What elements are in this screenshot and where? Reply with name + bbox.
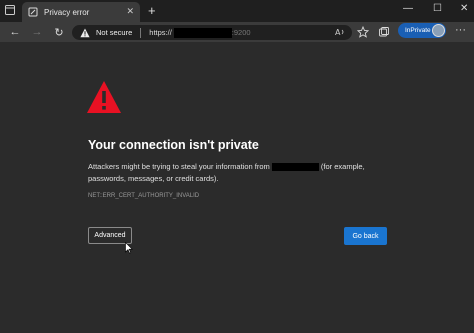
inprivate-label: InPrivate (405, 27, 431, 34)
description-text-start: Attackers might be trying to steal your … (88, 162, 272, 171)
not-secure-label[interactable]: Not secure (96, 28, 132, 37)
svg-text:A: A (335, 28, 341, 37)
warning-icon (86, 80, 122, 114)
domain-redaction (271, 163, 319, 172)
go-back-button[interactable]: Go back (344, 227, 387, 245)
new-tab-button[interactable]: + (148, 3, 156, 18)
maximize-button[interactable]: ☐ (433, 3, 442, 14)
description: Attackers might be trying to steal your … (88, 161, 398, 185)
forward-button[interactable]: → (30, 25, 44, 39)
mouse-cursor-icon (125, 241, 133, 254)
error-code: NET::ERR_CERT_AUTHORITY_INVALID (88, 193, 200, 199)
avatar (432, 24, 445, 37)
close-window-button[interactable]: ✕ (460, 3, 468, 14)
url-scheme: https:// (149, 28, 172, 37)
title-bar: Privacy error ✕ + — ☐ ✕ (0, 0, 474, 22)
broken-page-icon (28, 7, 38, 17)
url-port: :9200 (231, 28, 251, 37)
tab-title: Privacy error (44, 7, 90, 17)
warning-triangle-icon[interactable] (80, 28, 90, 38)
tab-close-icon[interactable]: ✕ (126, 6, 134, 17)
minimize-button[interactable]: — (403, 3, 413, 14)
read-aloud-icon[interactable]: A (333, 25, 347, 39)
favorites-icon[interactable] (356, 25, 370, 39)
refresh-button[interactable]: ↻ (52, 25, 66, 39)
page-title: Your connection isn't private (88, 138, 259, 152)
back-button[interactable]: ← (8, 25, 22, 39)
tab-actions-icon[interactable] (4, 4, 16, 16)
tab-privacy-error[interactable]: Privacy error ✕ (22, 2, 140, 22)
url-redaction (173, 27, 232, 38)
collections-icon[interactable] (377, 25, 391, 39)
inprivate-badge[interactable]: InPrivate (398, 23, 446, 38)
more-menu-icon[interactable]: ··· (455, 24, 466, 36)
address-bar[interactable]: Not secure https:// :9200 (72, 25, 352, 40)
address-divider (140, 27, 142, 38)
